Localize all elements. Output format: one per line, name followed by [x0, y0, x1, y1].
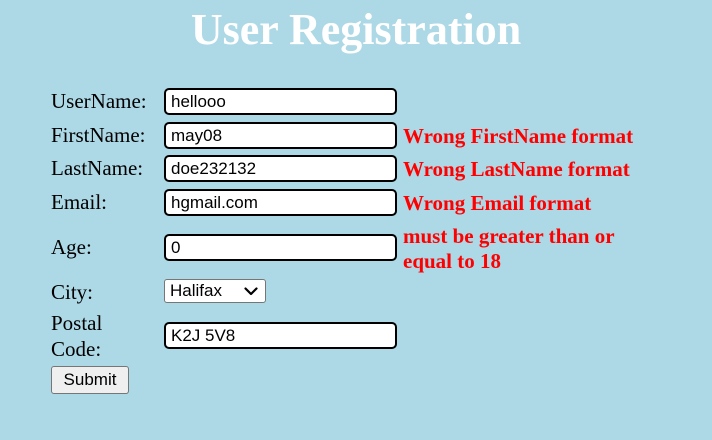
email-label: Email: [51, 190, 107, 214]
age-label: Age: [51, 235, 92, 259]
city-select[interactable]: Halifax [164, 279, 266, 303]
chevron-down-icon [244, 286, 258, 296]
postal-code-input[interactable] [164, 322, 397, 349]
email-error: Wrong Email format [403, 191, 592, 215]
submit-button[interactable]: Submit [51, 366, 129, 394]
age-input[interactable] [164, 234, 397, 261]
username-label: UserName: [51, 89, 147, 113]
city-label: City: [51, 280, 94, 304]
age-error-line1: must be greater than or [403, 224, 615, 248]
postal-label-line1: Postal [51, 311, 103, 335]
firstname-label: FirstName: [51, 123, 146, 147]
username-input[interactable] [164, 88, 397, 115]
firstname-error: Wrong FirstName format [403, 124, 634, 148]
lastname-input[interactable] [164, 155, 397, 182]
firstname-input[interactable] [164, 122, 397, 149]
lastname-error: Wrong LastName format [403, 157, 630, 181]
page-title: User Registration [190, 5, 522, 54]
email-input[interactable] [164, 189, 397, 216]
city-selected-value: Halifax [170, 281, 222, 300]
postal-label-line2: Code: [51, 337, 102, 361]
lastname-label: LastName: [51, 156, 144, 180]
age-error-line2: equal to 18 [403, 249, 502, 273]
